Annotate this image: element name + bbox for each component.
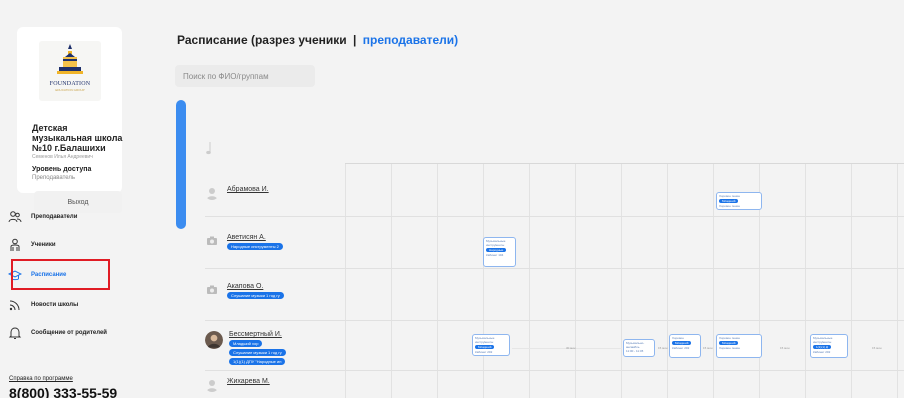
schedule-highlight-box [11, 259, 110, 290]
school-card: FOUNDATION EDUCATION GROUP Детская музык… [17, 27, 123, 213]
nav-item-teachers[interactable]: Преподаватели [8, 206, 77, 228]
person-avatar-icon [206, 380, 218, 392]
lesson-title: Музыкально-ансамбль [626, 341, 645, 349]
student-row[interactable]: Жихарева М. [205, 378, 270, 392]
nav-label-teachers: Преподаватели [31, 214, 78, 220]
foundation-logo-icon [57, 44, 83, 74]
lesson-title: Музыкальные инструменты [486, 239, 506, 247]
music-note-icon [206, 142, 211, 155]
gap-label: 15 мин [872, 346, 882, 350]
group-tag: Слушание музыки 1 год гу [227, 292, 284, 299]
teachers-icon [8, 211, 22, 223]
lesson-meta: Кабинет 202 [813, 350, 831, 354]
lesson-card[interactable]: Хоровое Младший Кабинет 202 [669, 334, 701, 358]
group-tag: Младший хор [229, 340, 263, 347]
lesson-title: Хоровое [672, 336, 684, 340]
schedule-grid [205, 163, 904, 398]
nav-item-news[interactable]: Новости школы [8, 294, 78, 316]
lesson-group-pill: Младший [719, 341, 739, 345]
news-icon [9, 300, 20, 311]
lesson-group-pill: Младший [719, 199, 739, 203]
lesson-title: Музыкальные инструменты [475, 336, 495, 344]
camera-avatar-icon [207, 285, 217, 294]
gap-label: 30 мин [566, 346, 576, 350]
page-title: Расписание (разрез ученики | преподавате… [177, 33, 458, 47]
group-tag: Народные инструменты 2 [227, 243, 283, 250]
student-name[interactable]: Жихарева М. [227, 378, 270, 385]
student-name[interactable]: Аветисян А. [227, 234, 266, 241]
lesson-group-pill: Младший [672, 341, 692, 345]
lesson-meta: 11:00 - 11:45 [626, 349, 644, 353]
gap-label: 15 мин [658, 346, 668, 350]
lesson-card[interactable]: Хоровое пение Младший Хоровое пение [716, 334, 762, 358]
lesson-meta: Хоровое пение [719, 204, 740, 208]
sidebar: FOUNDATION EDUCATION GROUP Детская музык… [0, 0, 130, 398]
help-link[interactable]: Справка по программе [9, 376, 73, 382]
lesson-card[interactable]: Музыкальные инструменты 1(1)(1) Д Кабине… [810, 334, 848, 358]
phone-number: 8(800) 333-55-59 [9, 385, 118, 398]
gap-label: 15 мин [780, 346, 790, 350]
logo-text: FOUNDATION [49, 81, 91, 87]
students-icon [10, 238, 20, 251]
lesson-group-pill: 1(1)(1) Д [813, 345, 831, 349]
lesson-meta: Кабинет 104 [486, 253, 504, 257]
school-name: Детская музыкальная школа №10 г.Балашихи [32, 123, 123, 153]
logo-subtext: EDUCATION GROUP [55, 88, 85, 92]
access-level-value: Преподаватель [32, 175, 76, 181]
lesson-meta: Кабинет 202 [475, 350, 493, 354]
student-row[interactable]: Акапова О. Слушание музыки 1 год гу [205, 283, 284, 299]
user-name: Семенов Илья Андреевич [32, 154, 93, 160]
page-title-main: Расписание (разрез ученики [177, 33, 347, 47]
teachers-view-link[interactable]: преподаватели) [363, 33, 458, 47]
lesson-card[interactable]: Музыкально-ансамбль 11:00 - 11:45 [623, 339, 655, 357]
nav-item-parent-messages[interactable]: Сообщение от родителей [8, 322, 107, 344]
group-tag: 1(1)(1) ДПУ "Народные ин [229, 358, 286, 365]
lesson-meta: Кабинет 202 [672, 346, 690, 350]
photo-avatar-icon [205, 331, 223, 349]
student-row[interactable]: Абрамова И. [205, 186, 269, 200]
lesson-title: Музыкальные инструменты [813, 336, 833, 344]
student-name[interactable]: Акапова О. [227, 283, 263, 290]
nav-item-students[interactable]: Ученики [8, 234, 56, 256]
lesson-title: Хоровое пение [719, 336, 740, 340]
list-scrollbar[interactable] [176, 100, 186, 229]
access-level-title: Уровень доступа [32, 166, 92, 173]
lesson-card[interactable]: Музыкальные инструменты Народные Кабинет… [483, 237, 516, 267]
nav-label-students: Ученики [31, 242, 56, 248]
bell-icon [8, 327, 22, 339]
lesson-meta: Хоровое пение [719, 346, 740, 350]
camera-avatar-icon [207, 236, 217, 245]
student-row[interactable]: Аветисян А. Народные инструменты 2 [205, 234, 283, 250]
nav-label-parent-messages: Сообщение от родителей [31, 330, 107, 336]
student-row[interactable]: Бессмертный И. Младший хор Слушание музы… [205, 331, 286, 365]
gap-label: 15 мин [703, 346, 713, 350]
page-title-separator: | [353, 33, 357, 47]
lesson-card[interactable]: Музыкальные инструменты Младший Кабинет … [472, 334, 510, 356]
nav-label-news: Новости школы [31, 302, 79, 308]
student-name[interactable]: Бессмертный И. [229, 331, 282, 338]
student-name[interactable]: Абрамова И. [227, 186, 269, 193]
person-avatar-icon [206, 188, 218, 200]
lesson-group-pill: Народные [486, 248, 507, 252]
group-tag: Слушание музыки 1 год гу [229, 349, 286, 356]
lesson-group-pill: Младший [475, 345, 495, 349]
search-input[interactable] [175, 65, 315, 87]
lesson-card[interactable]: Хоровое пение Младший Хоровое пение [716, 192, 762, 210]
lesson-title: Хоровое пение [719, 194, 740, 198]
school-logo: FOUNDATION EDUCATION GROUP [39, 41, 101, 101]
